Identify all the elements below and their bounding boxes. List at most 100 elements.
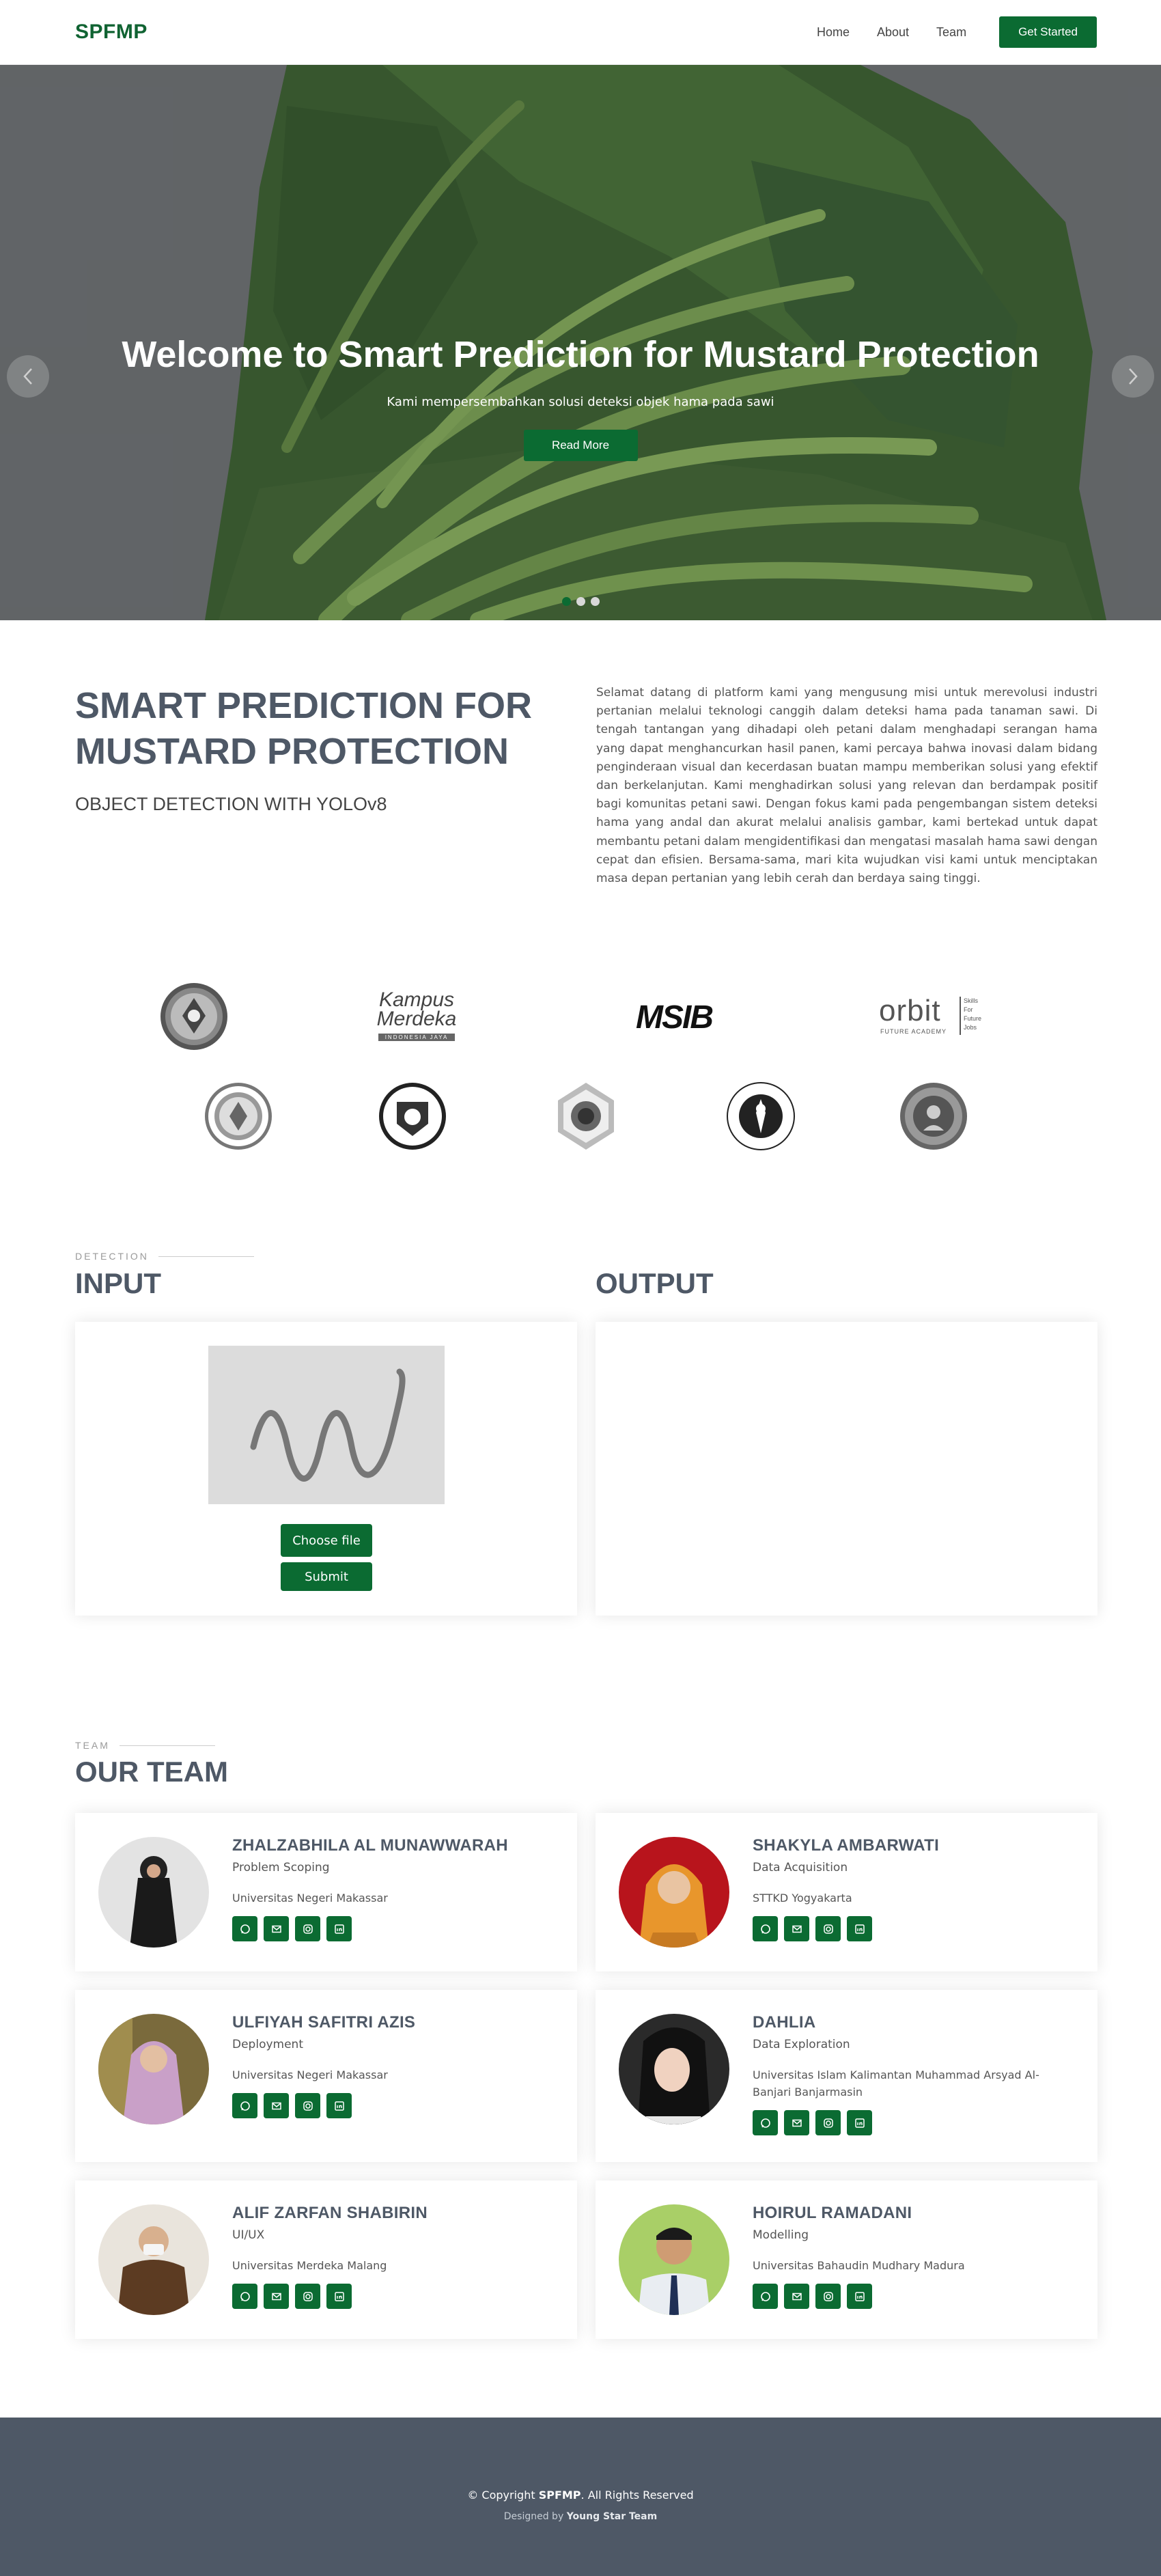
linkedin-icon (854, 1924, 865, 1934)
linkedin-icon (854, 2291, 865, 2301)
instagram-button[interactable] (815, 2284, 841, 2309)
member-info: SHAKYLA AMBARWATI Data Acquisition STTKD… (753, 1836, 1060, 1941)
envelope-icon (271, 1925, 281, 1933)
instagram-icon (303, 2101, 313, 2111)
copyright-suffix: . All Rights Reserved (580, 2489, 694, 2502)
member-role: Modelling (753, 2228, 809, 2242)
linkedin-button[interactable] (326, 2093, 352, 2118)
linkedin-button[interactable] (326, 2284, 352, 2309)
whatsapp-icon (240, 2291, 250, 2301)
whatsapp-icon (760, 2291, 770, 2301)
email-button[interactable] (264, 2093, 289, 2118)
hero-content: Welcome to Smart Prediction for Mustard … (0, 333, 1161, 461)
footer-copyright: © Copyright SPFMP. All Rights Reserved (0, 2489, 1161, 2502)
member-info: ZHALZABHILA AL MUNAWWARAH Problem Scopin… (232, 1836, 540, 1941)
kampus-line2: Merdeka (376, 1008, 457, 1030)
whatsapp-button[interactable] (753, 2284, 778, 2309)
whatsapp-icon (240, 2101, 250, 2111)
orbit-side-3: Future (964, 1015, 982, 1022)
envelope-icon (792, 2293, 802, 2300)
member-role: Data Exploration (753, 2038, 850, 2051)
member-role: Problem Scoping (232, 1861, 330, 1874)
image-placeholder-icon (250, 1368, 406, 1482)
orbit-side-4: Jobs (964, 1024, 977, 1031)
output-card (596, 1322, 1097, 1616)
email-button[interactable] (784, 2110, 809, 2135)
team-label-text: TEAM (75, 1740, 110, 1751)
email-button[interactable] (264, 1916, 289, 1941)
submit-button[interactable]: Submit (281, 1562, 372, 1591)
member-info: ALIF ZARFAN SHABIRIN UI/UX Universitas M… (232, 2204, 540, 2309)
university-seal-5 (899, 1081, 968, 1151)
linkedin-icon (854, 2118, 865, 2128)
about-heading: SMART PREDICTION FOR MUSTARD PROTECTION … (75, 683, 532, 815)
linkedin-button[interactable] (847, 1916, 872, 1941)
instagram-button[interactable] (295, 1916, 320, 1941)
copyright-brand: SPFMP (538, 2489, 581, 2502)
member-name: ZHALZABHILA AL MUNAWWARAH (232, 1836, 508, 1855)
linkedin-button[interactable] (847, 2284, 872, 2309)
avatar (98, 1837, 209, 1948)
read-more-button[interactable]: Read More (523, 430, 638, 461)
about-description: Selamat datang di platform kami yang men… (596, 686, 1097, 886)
kampus-merdeka-logo: Kampus Merdeka INDONESIA JAYA (365, 990, 468, 1041)
kampus-tag: INDONESIA JAYA (378, 1034, 456, 1041)
instagram-button[interactable] (295, 2093, 320, 2118)
email-button[interactable] (264, 2284, 289, 2309)
carousel-dot-1[interactable] (561, 597, 571, 606)
site-header: SPFMP Home About Team Get Started (0, 0, 1161, 65)
hero-title: Welcome to Smart Prediction for Mustard … (122, 334, 1039, 375)
whatsapp-button[interactable] (232, 2284, 257, 2309)
instagram-icon (823, 2118, 833, 2128)
avatar (619, 1837, 729, 1948)
whatsapp-icon (760, 1924, 770, 1934)
envelope-icon (792, 1925, 802, 1933)
team-card: SHAKYLA AMBARWATI Data Acquisition STTKD… (596, 1813, 1097, 1971)
member-university: Universitas Bahaudin Mudhary Madura (753, 2259, 965, 2272)
image-preview (208, 1346, 445, 1504)
instagram-button[interactable] (295, 2284, 320, 2309)
team-card: ALIF ZARFAN SHABIRIN UI/UX Universitas M… (75, 2180, 577, 2339)
whatsapp-button[interactable] (232, 2093, 257, 2118)
envelope-icon (271, 2102, 281, 2109)
member-name: ULFIYAH SAFITRI AZIS (232, 2013, 416, 2032)
instagram-icon (823, 2291, 833, 2301)
site-footer: © Copyright SPFMP. All Rights Reserved D… (0, 2418, 1161, 2576)
carousel-dot-2[interactable] (576, 597, 585, 606)
university-seal-3 (551, 1081, 621, 1151)
site-logo[interactable]: SPFMP (75, 20, 148, 44)
choose-file-button[interactable]: Choose file (281, 1524, 372, 1557)
detection-label-line (158, 1256, 254, 1257)
carousel-dot-3[interactable] (590, 597, 600, 606)
social-links (753, 2284, 1060, 2309)
member-role: Data Acquisition (753, 1861, 848, 1874)
copyright-prefix: © Copyright (467, 2489, 535, 2502)
about-title-line2: MUSTARD PROTECTION (75, 731, 509, 772)
nav-home[interactable]: Home (817, 25, 850, 40)
email-button[interactable] (784, 2284, 809, 2309)
about-subtitle: OBJECT DETECTION WITH YOLOv8 (75, 794, 387, 814)
team-label-line (119, 1745, 215, 1746)
output-title: OUTPUT (596, 1267, 714, 1299)
team-section-label: TEAM (75, 1740, 215, 1751)
input-title: INPUT (75, 1267, 161, 1299)
nav-about[interactable]: About (877, 25, 909, 40)
linkedin-button[interactable] (847, 2110, 872, 2135)
detection-section-label: DETECTION (75, 1251, 254, 1262)
member-university: Universitas Negeri Makassar (232, 2068, 388, 2081)
nav-team[interactable]: Team (936, 25, 966, 40)
linkedin-icon (334, 1924, 344, 1934)
designer-team-link[interactable]: Young Star Team (567, 2511, 658, 2522)
avatar (98, 2204, 209, 2315)
orbit-logo: orbit FUTURE ACADEMY Skills For Future J… (879, 994, 995, 1042)
member-name: ALIF ZARFAN SHABIRIN (232, 2204, 428, 2222)
whatsapp-button[interactable] (753, 1916, 778, 1941)
main-nav: Home About Team Get Started (817, 16, 1097, 48)
email-button[interactable] (784, 1916, 809, 1941)
instagram-button[interactable] (815, 2110, 841, 2135)
instagram-button[interactable] (815, 1916, 841, 1941)
whatsapp-button[interactable] (753, 2110, 778, 2135)
get-started-button[interactable]: Get Started (999, 16, 1097, 48)
whatsapp-button[interactable] (232, 1916, 257, 1941)
linkedin-button[interactable] (326, 1916, 352, 1941)
